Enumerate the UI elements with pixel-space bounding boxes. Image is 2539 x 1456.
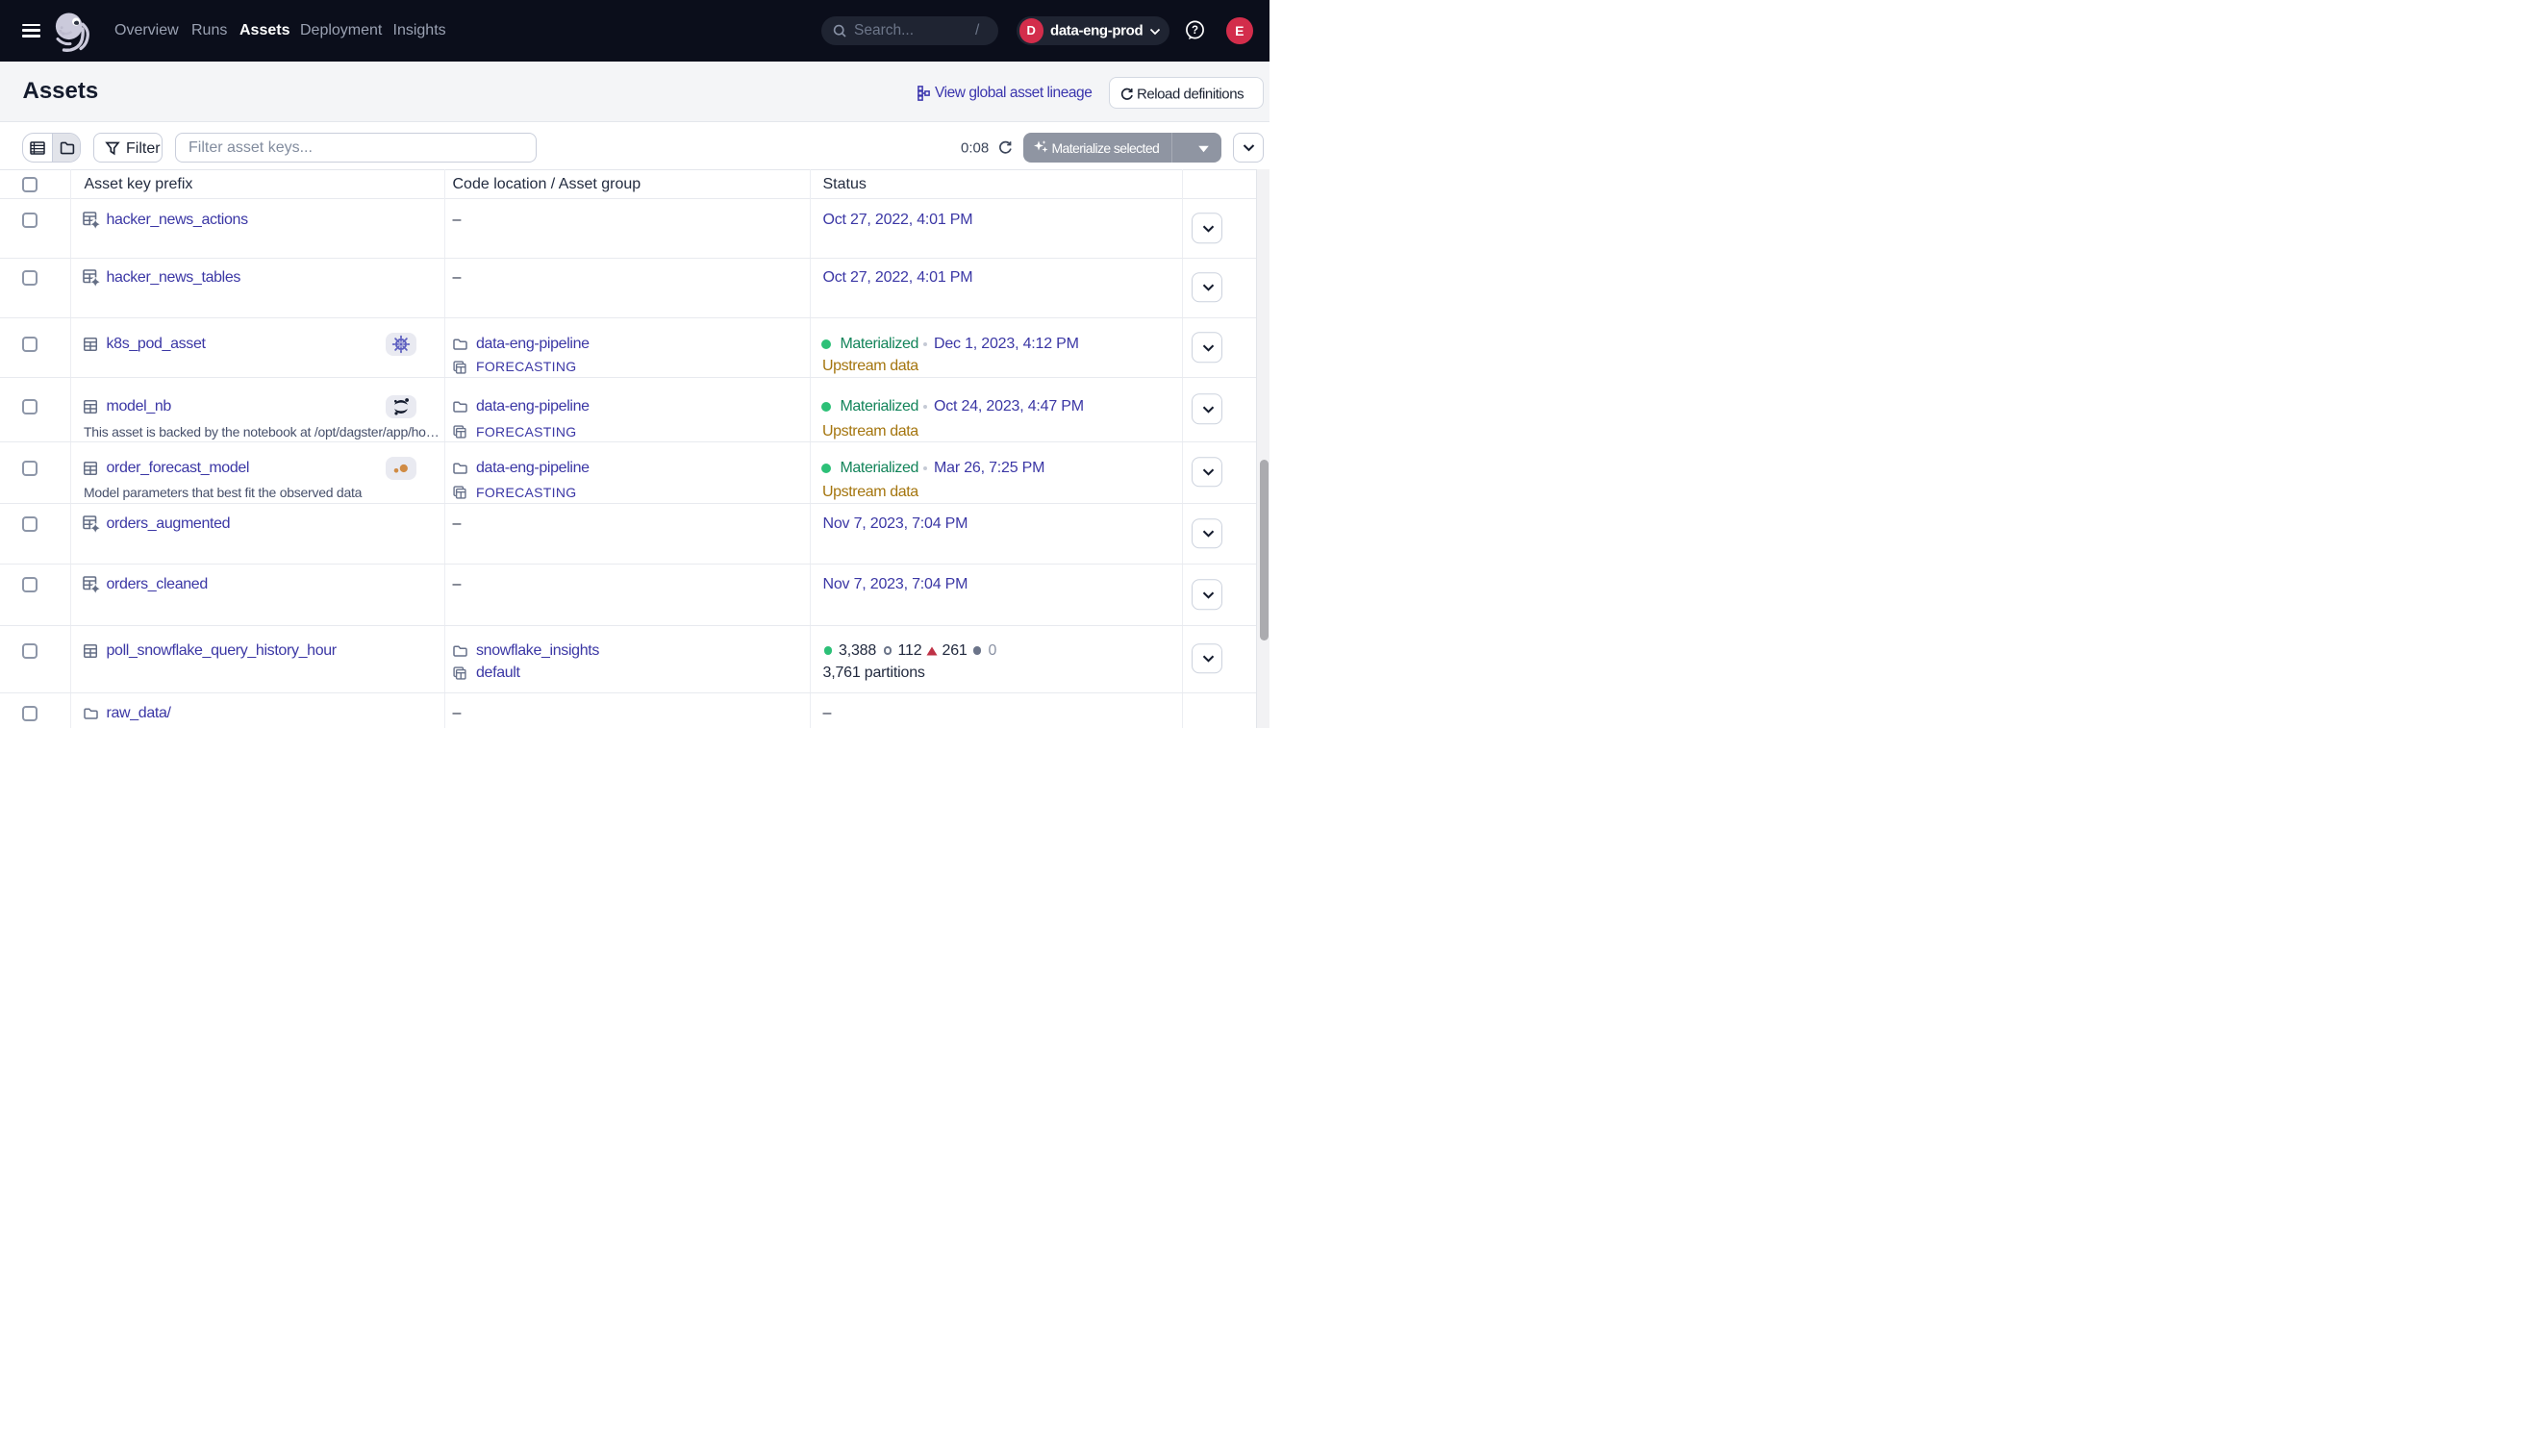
svg-text:?: ? [1192, 25, 1198, 37]
